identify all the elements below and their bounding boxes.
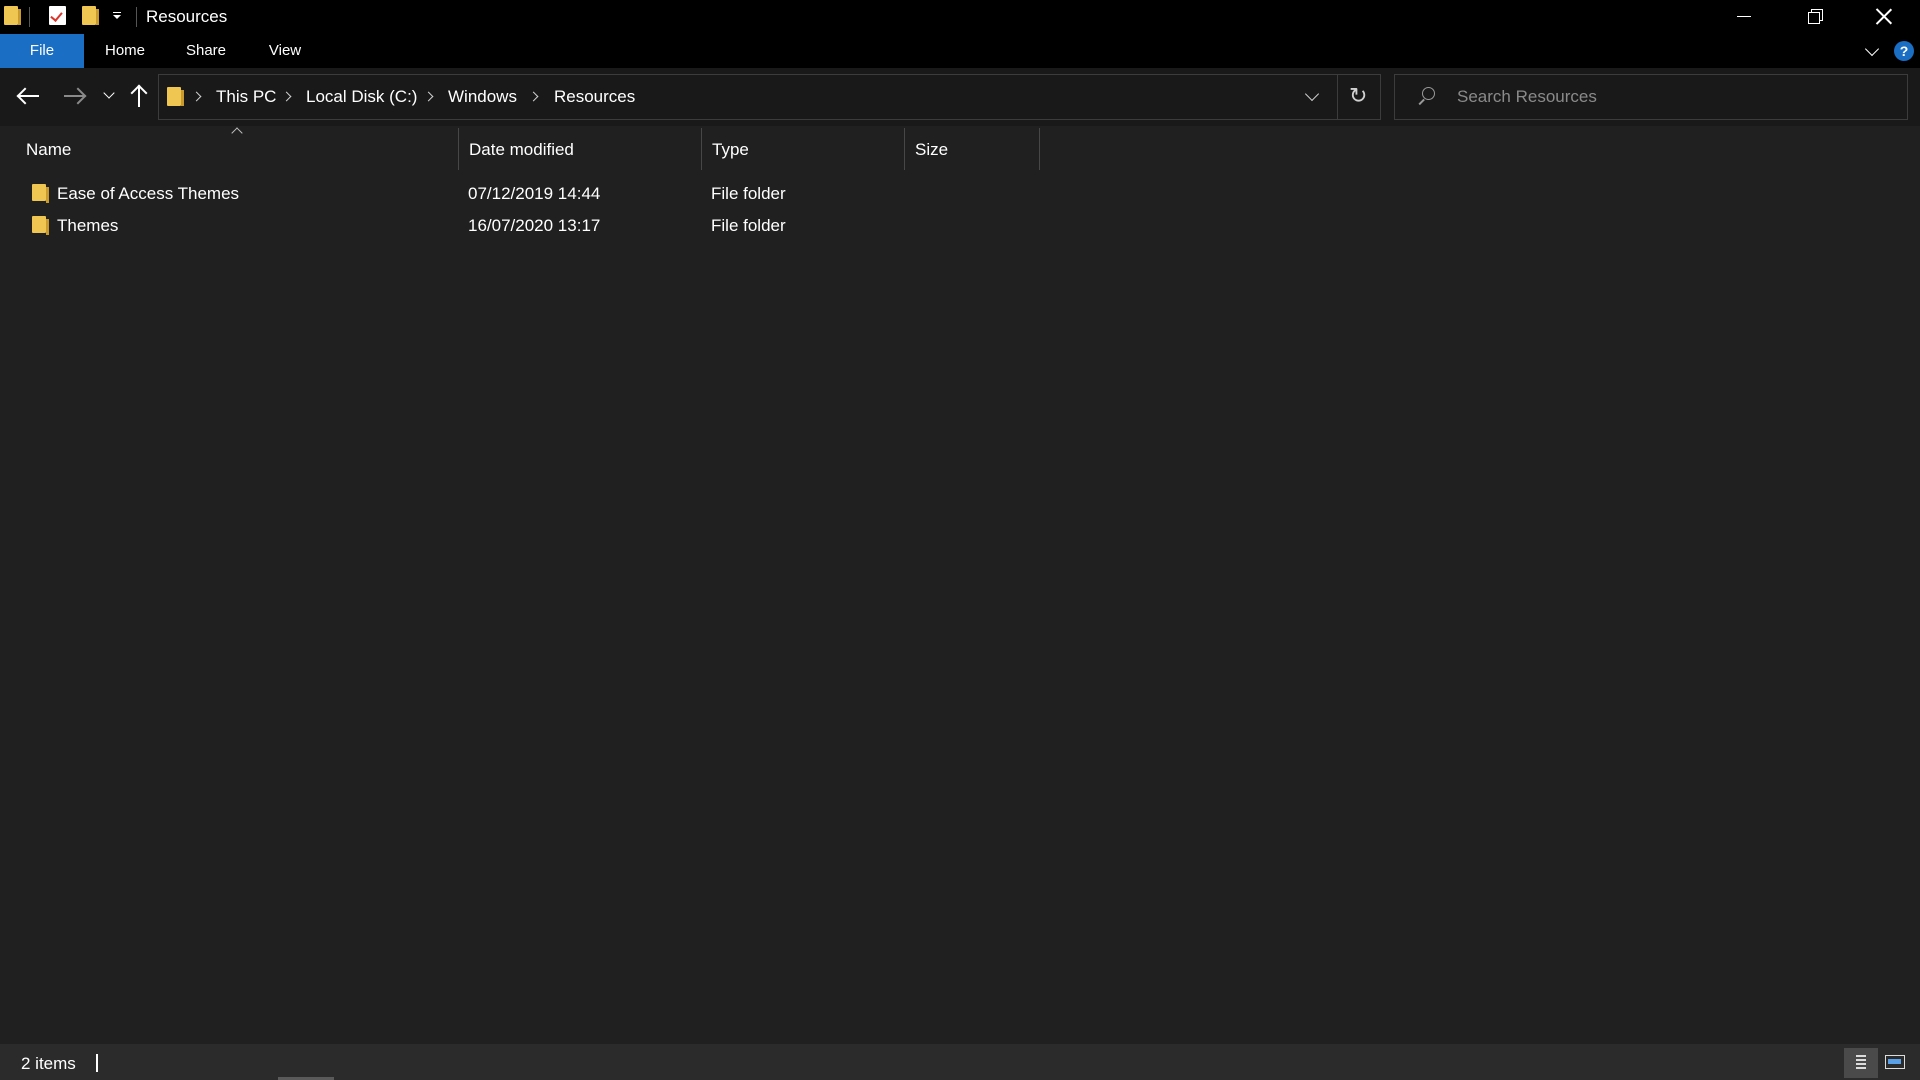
refresh-icon[interactable]: ↻ (1349, 85, 1367, 107)
details-view-icon (1856, 1055, 1866, 1071)
file-type: File folder (711, 216, 786, 235)
title-bar: Resources (0, 0, 1920, 34)
breadcrumb-windows[interactable]: Windows (448, 87, 517, 107)
chevron-down-icon (103, 87, 115, 99)
close-icon (1874, 6, 1894, 26)
recent-locations-button[interactable] (95, 81, 125, 111)
chevron-right-icon[interactable] (191, 91, 202, 102)
ribbon: File Home Share View (0, 34, 1920, 68)
tab-home[interactable]: Home (96, 34, 154, 68)
column-header-type[interactable]: Type (702, 126, 904, 168)
status-separator (96, 1054, 98, 1072)
list-item[interactable]: Ease of Access Themes 07/12/2019 14:44 F… (20, 178, 1030, 210)
status-bar: 2 items (0, 1044, 1920, 1080)
arrow-up-icon (138, 87, 140, 107)
file-name: Themes (57, 216, 119, 235)
customize-dropdown-icon[interactable] (112, 12, 122, 22)
item-count: 2 items (21, 1054, 76, 1073)
address-bar[interactable]: This PC Local Disk (C:) Windows Resource… (158, 74, 1381, 120)
tab-file[interactable]: File (0, 34, 84, 68)
column-divider[interactable] (1039, 128, 1040, 170)
breadcrumb-this-pc[interactable]: This PC (216, 87, 276, 107)
address-divider (1337, 75, 1338, 119)
column-headers: Name Date modified Type Size (0, 126, 1920, 170)
expand-ribbon-icon[interactable] (1865, 44, 1879, 58)
file-name: Ease of Access Themes (57, 184, 240, 203)
tab-share[interactable]: Share (178, 34, 234, 68)
file-date-modified: 07/12/2019 14:44 (468, 184, 601, 203)
up-button[interactable] (124, 81, 154, 111)
minimize-button[interactable] (1710, 0, 1778, 34)
folder-icon (167, 87, 184, 111)
close-button[interactable] (1850, 0, 1918, 34)
toolbar-separator (29, 7, 30, 27)
forward-button[interactable] (59, 81, 89, 111)
chevron-right-icon[interactable] (281, 91, 292, 102)
chevron-right-icon[interactable] (528, 91, 539, 102)
column-header-size[interactable]: Size (905, 126, 1039, 168)
navigation-bar: This PC Local Disk (C:) Windows Resource… (0, 68, 1920, 126)
folder-icon (32, 216, 49, 238)
new-folder-icon[interactable] (82, 6, 99, 30)
large-icons-view-icon (1885, 1055, 1905, 1069)
file-date-modified: 16/07/2020 13:17 (468, 216, 601, 235)
help-button[interactable]: ? (1894, 41, 1914, 61)
breadcrumb-local-disk[interactable]: Local Disk (C:) (306, 87, 417, 107)
properties-icon[interactable] (49, 6, 66, 30)
chevron-right-icon[interactable] (423, 91, 434, 102)
tab-view[interactable]: View (260, 34, 310, 68)
search-input[interactable] (1455, 75, 1895, 119)
breadcrumb-resources[interactable]: Resources (554, 87, 635, 107)
details-view-button[interactable] (1844, 1048, 1878, 1078)
back-button[interactable] (14, 81, 44, 111)
column-header-date-modified[interactable]: Date modified (459, 126, 701, 168)
minimize-icon (1737, 16, 1751, 17)
toolbar-separator (136, 7, 137, 27)
folder-icon[interactable] (4, 6, 21, 30)
arrow-right-icon (64, 95, 84, 97)
column-header-name[interactable]: Name (16, 126, 456, 168)
search-icon (1417, 87, 1435, 105)
restore-button[interactable] (1780, 0, 1848, 34)
arrow-left-icon (19, 95, 39, 97)
folder-icon (32, 184, 49, 206)
list-item[interactable]: Themes 16/07/2020 13:17 File folder (20, 210, 1030, 242)
file-type: File folder (711, 184, 786, 203)
search-box[interactable] (1394, 74, 1908, 120)
large-icons-view-button[interactable] (1882, 1050, 1908, 1076)
window-title: Resources (146, 7, 228, 26)
address-dropdown-icon[interactable] (1304, 86, 1320, 102)
